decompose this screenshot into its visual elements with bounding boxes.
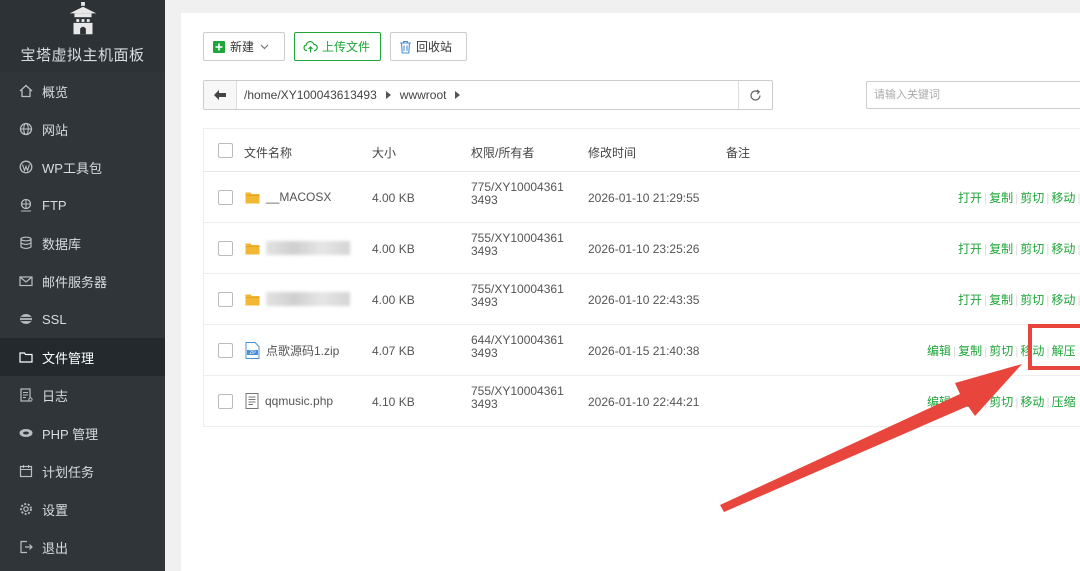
annotation-arrow-icon xyxy=(720,364,1022,512)
